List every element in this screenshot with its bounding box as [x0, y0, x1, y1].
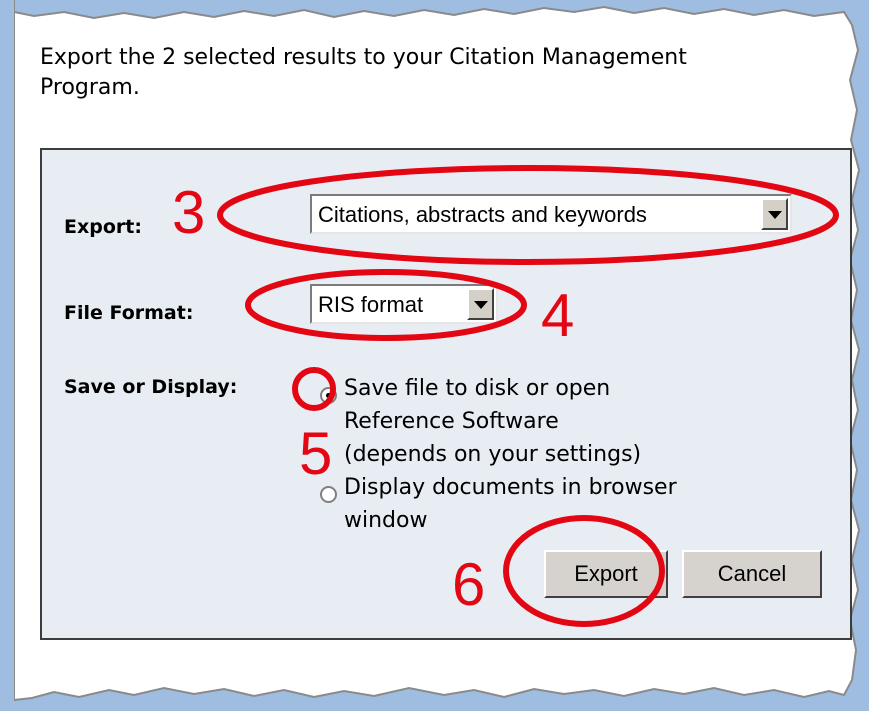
option-line: Save file to disk or open — [344, 376, 611, 401]
step-5-annotation: 5 — [299, 420, 333, 487]
option-line: (depends on your settings) — [344, 442, 642, 467]
export-button[interactable]: Export — [544, 550, 668, 598]
dropdown-arrow-icon[interactable] — [467, 288, 494, 320]
step-4-annotation: 4 — [541, 282, 575, 349]
intro-text: Export the 2 selected results to your Ci… — [40, 45, 687, 100]
save-or-display-label: Save or Display: — [64, 376, 238, 398]
option-line: Display documents in browser — [344, 475, 677, 500]
file-format-label: File Format: — [64, 302, 194, 324]
step-3-annotation: 3 — [172, 179, 206, 246]
dropdown-arrow-icon[interactable] — [761, 198, 788, 230]
cancel-button[interactable]: Cancel — [682, 550, 822, 598]
export-options-panel: Export: Citations, abstracts and keyword… — [40, 148, 852, 640]
display-in-browser-option-label[interactable]: Display documents in browser window — [344, 471, 677, 537]
step-6-annotation: 6 — [452, 551, 486, 618]
export-content-value: Citations, abstracts and keywords — [318, 202, 647, 227]
torn-paper-page: Export the 2 selected results to your Ci… — [14, 0, 869, 711]
display-in-browser-radio[interactable] — [320, 486, 337, 503]
save-to-disk-option-label[interactable]: Save file to disk or open Reference Soft… — [344, 372, 641, 471]
file-format-select[interactable]: RIS format — [310, 284, 498, 324]
radio-selected-dot-icon — [326, 393, 331, 398]
save-to-disk-radio[interactable] — [320, 387, 337, 404]
export-content-select[interactable]: Citations, abstracts and keywords — [310, 194, 792, 234]
export-label: Export: — [64, 216, 142, 238]
option-line: Reference Software — [344, 409, 559, 434]
file-format-value: RIS format — [318, 292, 424, 317]
option-line: window — [344, 508, 428, 533]
